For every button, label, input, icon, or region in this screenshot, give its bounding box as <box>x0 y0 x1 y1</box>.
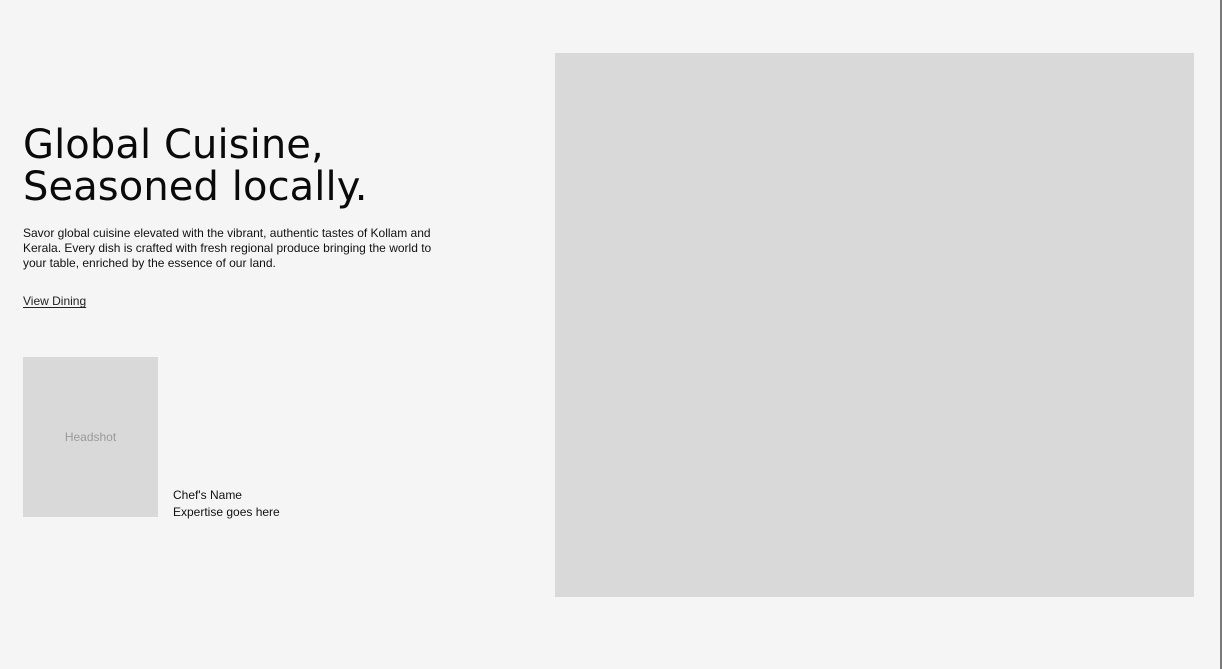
chef-info: Chef's Name Expertise goes here <box>173 487 280 521</box>
view-dining-link[interactable]: View Dining <box>23 294 86 309</box>
chef-card: Headshot Chef's Name Expertise goes here <box>23 357 280 519</box>
headshot-label: Headshot <box>64 430 117 444</box>
hero-title: Global Cuisine, Seasoned locally. <box>23 124 443 208</box>
hero-title-line-1: Global Cuisine, <box>23 122 324 168</box>
hero-description: Savor global cuisine elevated with the v… <box>23 226 432 270</box>
chef-name: Chef's Name <box>173 488 242 502</box>
chef-expertise: Expertise goes here <box>173 505 280 519</box>
hero-title-line-2: Seasoned locally. <box>23 164 368 210</box>
hero-image-placeholder <box>555 53 1194 597</box>
hero-text-section: Global Cuisine, Seasoned locally. Savor … <box>23 124 443 310</box>
chef-headshot-placeholder: Headshot <box>23 357 158 517</box>
